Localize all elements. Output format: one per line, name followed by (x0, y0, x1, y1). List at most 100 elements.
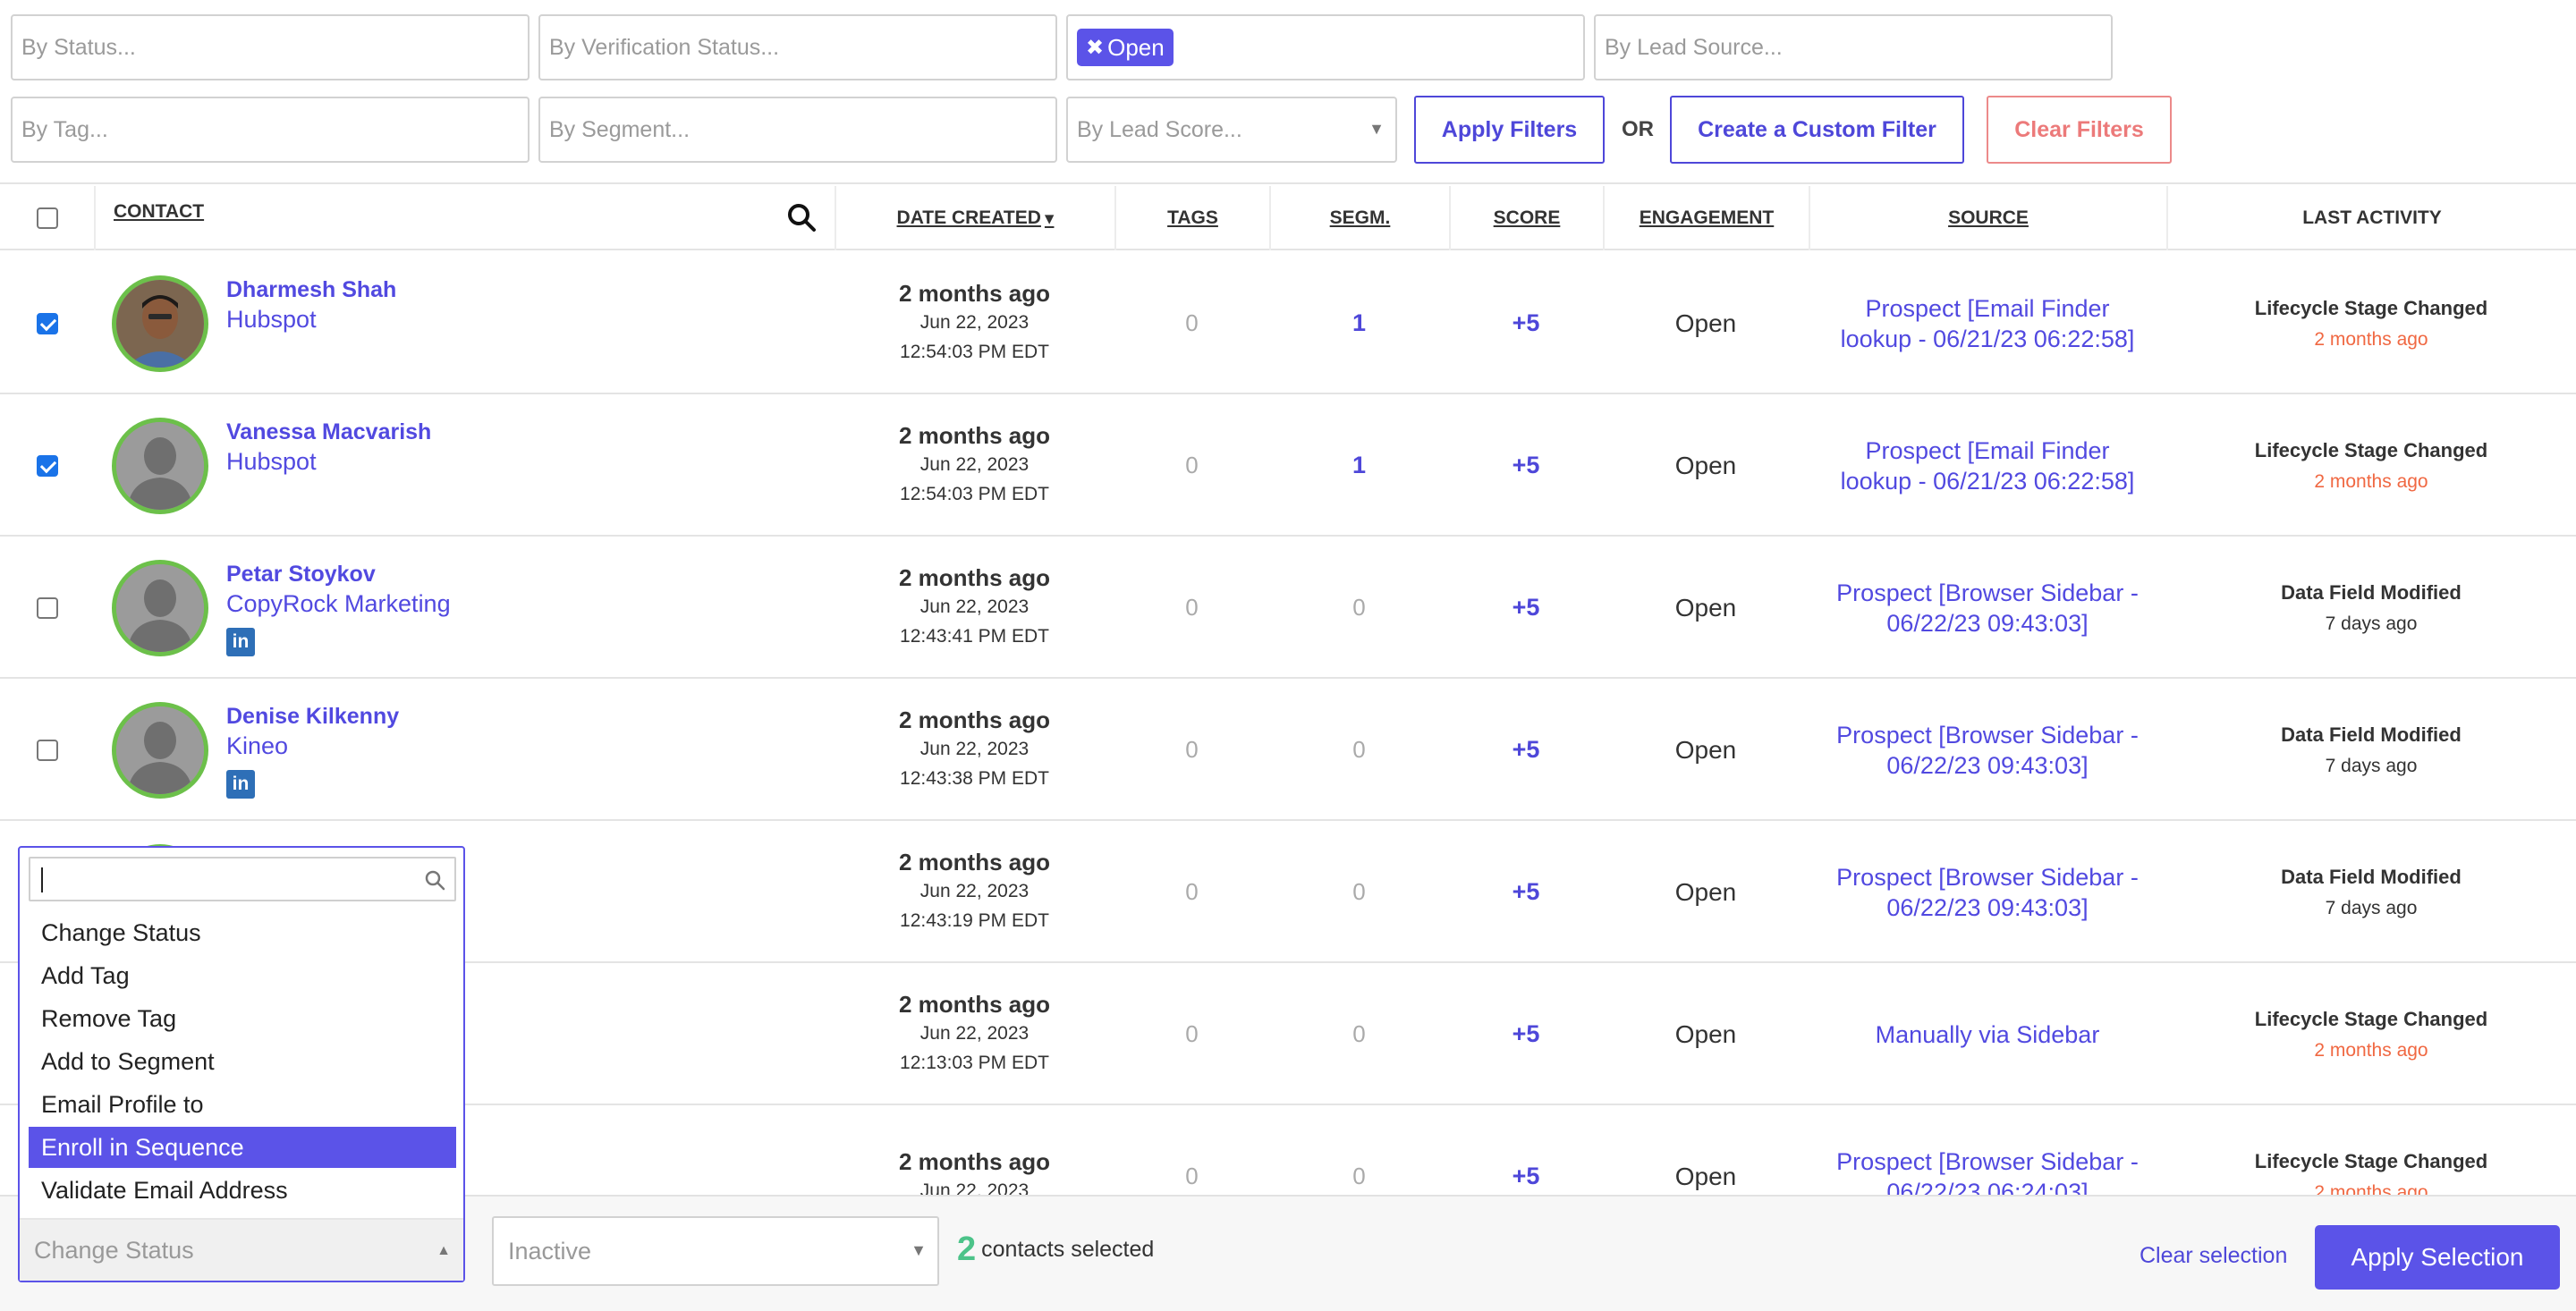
date-relative: 2 months ago (898, 706, 1050, 733)
source-header[interactable]: SOURCE (1809, 186, 2166, 250)
segm-cell: 0 (1269, 963, 1449, 1105)
row-checkbox[interactable] (36, 312, 58, 334)
segm-cell: 1 (1269, 252, 1449, 394)
contact-company[interactable]: Kineo (226, 732, 288, 760)
dropdown-option[interactable]: Add Tag (29, 955, 456, 996)
source-link-line-2[interactable]: 06/22/23 09:43:03] (1886, 892, 2088, 923)
segment-count[interactable]: 1 (1352, 452, 1366, 479)
chevron-up-icon: ▲ (436, 1243, 451, 1258)
score-value[interactable]: +5 (1513, 594, 1540, 622)
contact-company[interactable]: Hubspot (226, 306, 317, 334)
avatar[interactable] (112, 702, 208, 799)
table-row[interactable]: Denise Kilkenny Kineo in 2 months ago Jun 22… (0, 679, 2576, 821)
status-filter[interactable]: By Status... (11, 14, 530, 80)
selected-count: 2 (957, 1231, 977, 1268)
contacts-page: By Status... By Verification Status... ✖… (0, 0, 2576, 1311)
source-link-line-1[interactable]: Prospect [Browser Sidebar - (1836, 578, 2139, 608)
score-cell: +5 (1449, 821, 1603, 963)
clear-selection-link[interactable]: Clear selection (2140, 1243, 2287, 1269)
engagement-filter[interactable]: ✖ Open (1066, 14, 1585, 80)
lead-source-filter[interactable]: By Lead Source... (1594, 14, 2113, 80)
score-value[interactable]: +5 (1513, 878, 1540, 906)
engagement-chip[interactable]: ✖ Open (1077, 29, 1174, 66)
dropdown-option[interactable]: Remove Tag (29, 998, 456, 1039)
table-row[interactable]: Petar Stoykov CopyRock Marketing in 2 month… (0, 537, 2576, 679)
segment-filter-placeholder: By Segment... (549, 116, 691, 142)
status-select-value: Inactive (508, 1237, 592, 1264)
segm-header[interactable]: SEGM. (1269, 186, 1449, 250)
source-link-line-2[interactable]: 06/22/23 09:43:03] (1886, 750, 2088, 781)
dropdown-search-input[interactable] (29, 857, 456, 901)
contact-name[interactable]: Vanessa Macvarish (226, 419, 431, 445)
score-header[interactable]: SCORE (1449, 186, 1603, 250)
source-link-line-1[interactable]: Prospect [Browser Sidebar - (1836, 720, 2139, 750)
contact-name[interactable]: Denise Kilkenny (226, 704, 399, 730)
source-link-line-2[interactable]: lookup - 06/21/23 06:22:58] (1841, 324, 2135, 354)
contact-name[interactable]: Petar Stoykov (226, 562, 376, 588)
dropdown-option[interactable]: Enroll in Sequence (29, 1127, 456, 1168)
dropdown-option[interactable]: Validate Email Address (29, 1170, 456, 1211)
activity-when: 2 months ago (2314, 1039, 2428, 1061)
score-value[interactable]: +5 (1513, 309, 1540, 337)
remove-chip-icon[interactable]: ✖ (1086, 35, 1104, 61)
row-checkbox[interactable] (36, 596, 58, 619)
linkedin-icon[interactable]: in (226, 770, 255, 799)
contact-name[interactable]: Dharmesh Shah (226, 277, 396, 303)
action-dropdown[interactable]: Change Status Add Tag Remove Tag Add to Seg… (18, 846, 465, 1282)
source-link-line-1[interactable]: Prospect [Browser Sidebar - (1836, 1146, 2139, 1177)
table-row[interactable]: Dharmesh Shah Hubspot 2 months ago Jun 22, … (0, 252, 2576, 394)
activity-title: Lifecycle Stage Changed (2254, 438, 2488, 461)
create-custom-filter-button[interactable]: Create a Custom Filter (1670, 96, 1964, 164)
lead-score-select[interactable]: By Lead Score... ▼ (1066, 97, 1397, 163)
contact-header-label[interactable]: CONTACT (114, 201, 204, 223)
dropdown-option[interactable]: Change Status (29, 912, 456, 953)
engagement-header[interactable]: ENGAGEMENT (1603, 186, 1809, 250)
score-value[interactable]: +5 (1513, 736, 1540, 764)
tags-cell: 0 (1114, 963, 1269, 1105)
contact-company[interactable]: Hubspot (226, 448, 317, 476)
tags-header[interactable]: TAGS (1114, 186, 1269, 250)
row-checkbox[interactable] (36, 454, 58, 477)
source-link-line-2[interactable]: 06/22/23 09:43:03] (1886, 608, 2088, 639)
apply-selection-button[interactable]: Apply Selection (2315, 1225, 2560, 1290)
engagement-value: Open (1674, 451, 1737, 479)
source-cell: Manually via Sidebar (1809, 963, 2166, 1105)
source-cell: Prospect [Browser Sidebar -06/22/23 09:4… (1809, 821, 2166, 963)
date-relative: 2 months ago (898, 991, 1050, 1018)
score-value[interactable]: +5 (1513, 1163, 1540, 1190)
avatar[interactable] (112, 560, 208, 656)
action-select[interactable]: Change Status ▲ (20, 1218, 463, 1281)
clear-filters-button[interactable]: Clear Filters (1987, 96, 2172, 164)
score-value[interactable]: +5 (1513, 452, 1540, 479)
source-link-line-1[interactable]: Manually via Sidebar (1876, 1019, 2100, 1050)
row-checkbox[interactable] (36, 739, 58, 761)
verification-filter[interactable]: By Verification Status... (538, 14, 1057, 80)
tags-cell: 0 (1114, 679, 1269, 821)
selected-label: contacts selected (981, 1237, 1155, 1262)
date-absolute: Jun 22, 2023 (919, 596, 1030, 617)
search-icon[interactable] (786, 202, 817, 233)
date-relative: 2 months ago (898, 280, 1050, 307)
dropdown-option[interactable]: Email Profile to (29, 1084, 456, 1125)
status-select[interactable]: Inactive ▼ (492, 1216, 939, 1286)
avatar[interactable] (112, 275, 208, 372)
avatar[interactable] (112, 418, 208, 514)
source-link-line-1[interactable]: Prospect [Email Finder (1865, 436, 2109, 466)
date-created-cell: 2 months ago Jun 22, 2023 12:54:03 PM EDT (835, 252, 1114, 394)
select-all-checkbox[interactable] (36, 207, 58, 229)
apply-filters-button[interactable]: Apply Filters (1414, 96, 1605, 164)
tag-filter[interactable]: By Tag... (11, 97, 530, 163)
linkedin-icon[interactable]: in (226, 628, 255, 656)
table-row[interactable]: Vanessa Macvarish Hubspot 2 months ago Jun … (0, 394, 2576, 537)
source-link-line-1[interactable]: Prospect [Browser Sidebar - (1836, 862, 2139, 892)
score-value[interactable]: +5 (1513, 1020, 1540, 1048)
date-created-header[interactable]: DATE CREATED ▾ (835, 186, 1114, 250)
source-link-line-1[interactable]: Prospect [Email Finder (1865, 293, 2109, 324)
contact-company[interactable]: CopyRock Marketing (226, 590, 451, 618)
segment-count[interactable]: 1 (1352, 309, 1366, 337)
score-cell: +5 (1449, 252, 1603, 394)
date-created-cell: 2 months ago Jun 22, 2023 12:13:03 PM EDT (835, 963, 1114, 1105)
source-link-line-2[interactable]: lookup - 06/21/23 06:22:58] (1841, 466, 2135, 496)
dropdown-option[interactable]: Add to Segment (29, 1041, 456, 1082)
segment-filter[interactable]: By Segment... (538, 97, 1057, 163)
